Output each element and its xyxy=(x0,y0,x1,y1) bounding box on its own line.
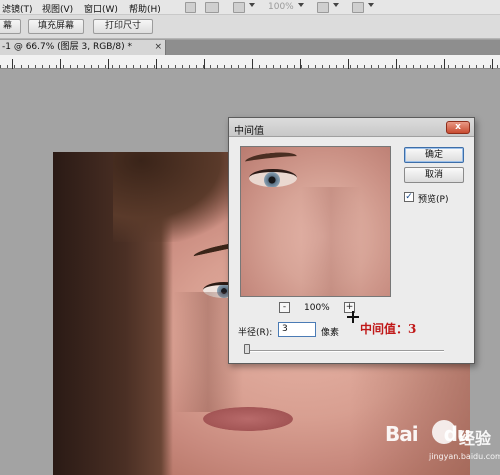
chevron-down-icon[interactable] xyxy=(298,3,304,7)
screen-mode-icon[interactable] xyxy=(352,2,364,13)
preview-nose xyxy=(301,187,361,296)
chevron-down-icon[interactable] xyxy=(368,3,374,7)
zoom-out-button[interactable]: - xyxy=(279,302,290,313)
radius-unit-label: 像素 xyxy=(321,328,340,338)
photo-lips xyxy=(203,407,293,431)
median-annotation: 中间值：3 xyxy=(360,322,417,336)
radius-slider-thumb[interactable] xyxy=(244,344,250,354)
options-bar: 幕 填充屏幕 打印尺寸 xyxy=(0,15,500,39)
view-extras-icon[interactable] xyxy=(233,2,245,13)
menu-bar: 滤镜(T) 视图(V) 窗口(W) 帮助(H) 100% xyxy=(0,0,500,15)
bridge-icon[interactable] xyxy=(185,2,196,13)
close-button[interactable]: x xyxy=(446,121,470,134)
radius-input[interactable]: 3 xyxy=(278,322,316,337)
preview-eye xyxy=(249,169,297,187)
close-tab-icon[interactable]: × xyxy=(154,40,162,55)
baidu-jingyan-watermark: Bai du 经验 jingyan.baidu.com xyxy=(385,418,500,470)
chevron-down-icon[interactable] xyxy=(333,3,339,7)
radius-slider-track[interactable] xyxy=(246,350,444,352)
menu-help[interactable]: 帮助(H) xyxy=(129,2,161,15)
filter-preview[interactable] xyxy=(240,146,391,297)
median-dialog: 中间值 x - 100% + 确定 取消 ✓ 预览(P) 半径(R): 3 像素 xyxy=(228,117,475,364)
document-tab-title: -1 @ 66.7% (图层 3, RGB/8) * xyxy=(2,42,132,52)
preview-checkbox[interactable]: ✓ xyxy=(404,192,414,202)
preview-zoom-value: 100% xyxy=(304,303,330,313)
radius-label: 半径(R): xyxy=(238,328,273,338)
menu-window[interactable]: 窗口(W) xyxy=(84,2,118,15)
dialog-titlebar[interactable]: 中间值 x xyxy=(229,118,474,137)
print-size-button[interactable]: 打印尺寸 xyxy=(93,19,153,34)
watermark-logo: Bai du xyxy=(385,422,471,446)
arrange-documents-icon[interactable] xyxy=(317,2,329,13)
watermark-url: jingyan.baidu.com xyxy=(429,452,500,461)
move-cursor-icon xyxy=(347,311,359,323)
horizontal-ruler xyxy=(0,55,500,69)
zoom-level[interactable]: 100% xyxy=(268,2,294,12)
preview-eyebrow xyxy=(244,150,298,168)
ok-button[interactable]: 确定 xyxy=(404,147,464,163)
watermark-text: 经验 xyxy=(459,429,492,448)
document-tab[interactable]: -1 @ 66.7% (图层 3, RGB/8) * × xyxy=(0,40,166,55)
paw-icon xyxy=(432,420,456,444)
chevron-down-icon[interactable] xyxy=(249,3,255,7)
document-tab-strip: -1 @ 66.7% (图层 3, RGB/8) * × xyxy=(0,40,500,55)
preview-checkbox-label: 预览(P) xyxy=(418,195,449,205)
cancel-button[interactable]: 取消 xyxy=(404,167,464,183)
menu-view[interactable]: 视图(V) xyxy=(42,2,73,15)
dialog-title: 中间值 xyxy=(234,126,264,137)
mini-bridge-icon[interactable] xyxy=(205,2,219,13)
fill-screen-button[interactable]: 填充屏幕 xyxy=(28,19,84,34)
fit-screen-button[interactable]: 幕 xyxy=(0,19,21,34)
menu-filter[interactable]: 滤镜(T) xyxy=(2,2,33,15)
